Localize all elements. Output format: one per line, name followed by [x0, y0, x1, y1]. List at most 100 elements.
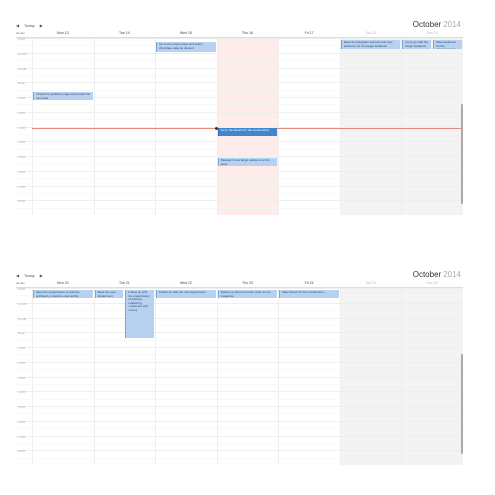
half-hour-line — [16, 442, 463, 444]
chevron-left-icon[interactable]: ◀ — [16, 23, 19, 28]
half-hour-line — [16, 89, 463, 91]
half-hour-line — [16, 354, 463, 356]
month-label: October — [412, 20, 442, 29]
day-header[interactable]: Sun 26 — [401, 279, 463, 287]
calendar-event[interactable]: Go to the launch for the construction — [217, 128, 278, 136]
hour-line — [16, 111, 463, 113]
calendar-event[interactable]: Go to the recipe page and select chocola… — [156, 42, 216, 52]
day-header[interactable]: Thu 23 — [217, 279, 279, 287]
day-header[interactable]: Fri 17 — [278, 29, 340, 37]
event-title: Go to the launch for the construction — [220, 128, 270, 132]
hour-line — [16, 317, 463, 319]
time-label: 3 PM — [18, 375, 26, 380]
day-header[interactable]: Wed 22 — [155, 279, 217, 287]
time-label: 1 PM — [18, 346, 26, 350]
hour-line — [16, 200, 463, 202]
event-title: Go to go with the target audience — [405, 40, 429, 48]
today-button[interactable]: Today — [22, 273, 37, 278]
time-label: 3 PM — [18, 125, 26, 130]
event-title: Go to the recipe page and select chocola… — [159, 42, 203, 50]
day-header-row: Mon 13 Tue 14 Wed 15 Thu 16 Fri 17 Sat 18 Sun … — [16, 29, 463, 38]
time-grid[interactable]: 9 AM 10 AM 11 AM Noon 1 PM 2 PM 3 PM 4 PM 5 PM 6 … — [16, 37, 463, 215]
hour-line — [16, 420, 463, 422]
hour-line — [16, 347, 463, 348]
calendar-event[interactable]: Follow up with the new department — [156, 290, 216, 298]
half-hour-line — [16, 207, 463, 209]
time-label: 8 PM — [18, 199, 26, 204]
calendar-event[interactable]: Meet an Instagram account and new audien… — [340, 40, 401, 49]
day-header[interactable]: Mon 20 — [32, 279, 94, 287]
hour-line — [16, 141, 463, 143]
half-hour-line — [16, 148, 463, 150]
time-label: 6 PM — [18, 419, 26, 424]
time-label: 5 PM — [18, 405, 26, 409]
half-hour-line — [16, 457, 463, 459]
hour-line — [16, 170, 463, 172]
time-label: 10 AM — [18, 301, 27, 306]
day-header[interactable]: Fri 24 — [278, 279, 340, 287]
time-label: 6 PM — [18, 169, 26, 174]
time-grid[interactable]: 9 AM 10 AM 11 AM Noon 1 PM 2 PM 3 PM 4 PM 5 PM 6 … — [16, 287, 463, 465]
time-label: 9 AM — [18, 287, 25, 291]
hour-line — [16, 376, 463, 378]
vertical-scrollbar[interactable] — [461, 354, 463, 454]
year-label: 2014 — [443, 20, 461, 29]
vertical-scrollbar[interactable] — [461, 104, 463, 204]
calendar-week-view-2: ◀ Today ▶ October 2014 all-day Mon 20 Tue … — [16, 270, 463, 465]
calendar-event[interactable]: Meet the organization of science, archit… — [33, 290, 93, 298]
calendar-event[interactable]: Check the guideline page and review the … — [33, 92, 93, 100]
calendar-event[interactable]: Meet audience for the announcement — [433, 40, 462, 49]
event-title: Meet the organization of science, archit… — [36, 290, 81, 298]
day-header-row: Mon 20 Tue 21 Wed 22 Thu 23 Fri 24 Sat 25 Sun … — [16, 279, 463, 288]
chevron-right-icon[interactable]: ▶ — [40, 23, 43, 28]
half-hour-line — [16, 428, 463, 430]
event-title: Follow up with the new department — [159, 290, 206, 294]
time-label: Noon — [18, 331, 26, 336]
hour-line — [16, 82, 463, 84]
time-label: 4 PM — [18, 390, 26, 395]
today-button[interactable]: Today — [22, 23, 37, 28]
calendar-event[interactable]: Research new target audience at the stor… — [217, 158, 278, 166]
day-header[interactable]: Sat 18 — [340, 29, 402, 37]
half-hour-line — [16, 178, 463, 180]
day-header[interactable]: Tue 21 — [94, 279, 156, 287]
hour-line — [16, 156, 463, 157]
half-hour-line — [16, 383, 463, 385]
calendar-event[interactable]: Follow up with the known style for the m… — [217, 290, 278, 298]
day-header[interactable]: Sat 25 — [340, 279, 402, 287]
time-label: 5 PM — [18, 155, 26, 159]
time-label: 2 PM — [18, 360, 26, 365]
chevron-left-icon[interactable]: ◀ — [16, 273, 19, 278]
hour-line — [16, 67, 463, 69]
day-header[interactable]: Wed 15 — [155, 29, 217, 37]
calendar-event[interactable]: Meet the new department — [94, 290, 124, 298]
half-hour-line — [16, 74, 463, 76]
event-title: Meet audience for the announcement — [436, 40, 456, 49]
time-label: 8 PM — [18, 449, 26, 454]
time-label: 11 AM — [18, 316, 27, 321]
day-header[interactable]: Sun 19 — [401, 29, 463, 37]
half-hour-line — [16, 192, 463, 194]
calendar-event[interactable]: Meet friend for the construction — [279, 290, 339, 298]
hour-line — [16, 288, 463, 289]
calendar-event[interactable]: Go to go with the target audience — [402, 40, 432, 49]
day-header[interactable]: Tue 14 — [94, 29, 156, 37]
hour-line — [16, 52, 463, 54]
half-hour-line — [16, 310, 463, 312]
day-header[interactable]: Thu 16 — [217, 29, 279, 37]
hour-line — [16, 450, 463, 452]
day-header[interactable]: Mon 13 — [32, 29, 94, 37]
time-label: 11 AM — [18, 66, 27, 71]
time-label: 1 PM — [18, 96, 26, 100]
half-hour-line — [16, 119, 463, 121]
half-hour-line — [16, 413, 463, 415]
chevron-right-icon[interactable]: ▶ — [40, 273, 43, 278]
hour-line — [16, 391, 463, 393]
hour-line — [16, 38, 463, 39]
half-hour-line — [16, 369, 463, 371]
calendar-event[interactable]: Follow up with the organization of scien… — [125, 290, 155, 338]
time-label: 9 AM — [18, 37, 25, 41]
event-title: Research new target audience at the stor… — [220, 158, 270, 166]
hour-line — [16, 185, 463, 187]
time-label: 10 AM — [18, 51, 27, 56]
